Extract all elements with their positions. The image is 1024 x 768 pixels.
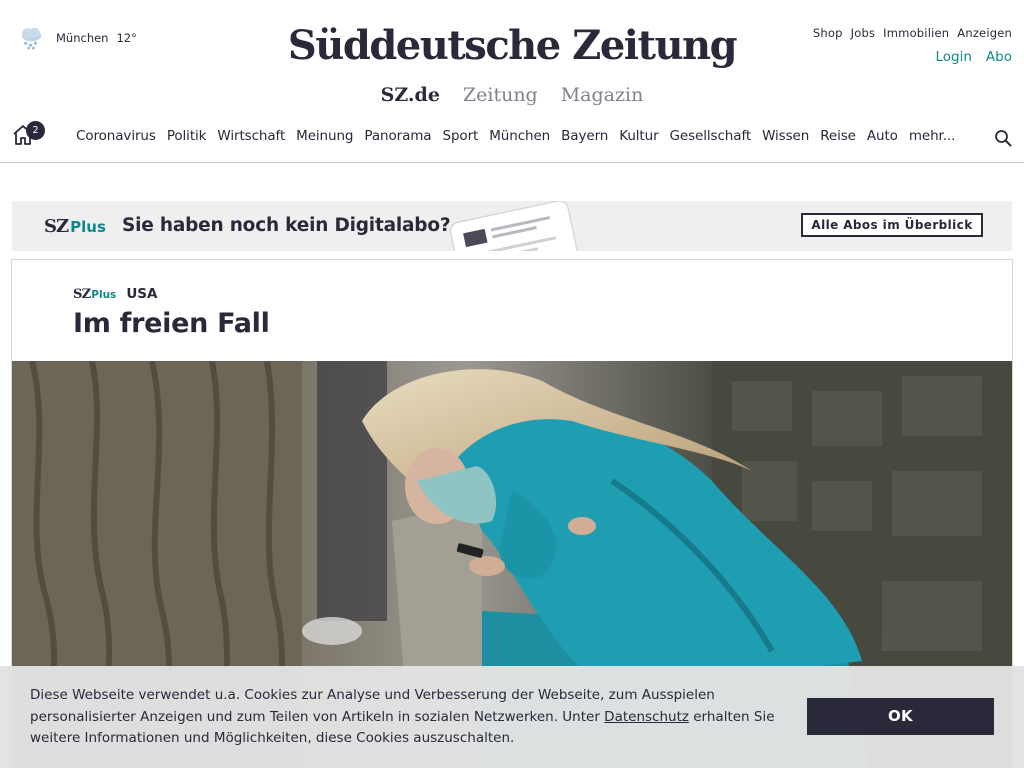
- nav-item-mehr[interactable]: mehr...: [909, 128, 956, 144]
- article-title[interactable]: Im freien Fall: [73, 308, 270, 339]
- edition-sz-de[interactable]: SZ.de: [381, 84, 440, 106]
- cookie-ok-button[interactable]: OK: [807, 698, 994, 735]
- subscription-banner: SZ Plus Sie haben noch kein Digitalabo? …: [12, 201, 1012, 251]
- link-jobs[interactable]: Jobs: [851, 26, 876, 40]
- nav-item-coronavirus[interactable]: Coronavirus: [76, 128, 156, 144]
- nav-items: Coronavirus Politik Wirtschaft Meinung P…: [76, 128, 966, 144]
- link-anzeigen[interactable]: Anzeigen: [957, 26, 1012, 40]
- search-icon[interactable]: [994, 129, 1012, 147]
- privacy-link[interactable]: Datenschutz: [604, 709, 689, 725]
- edition-zeitung[interactable]: Zeitung: [463, 84, 538, 106]
- edition-switcher: SZ.de Zeitung Magazin: [0, 84, 1024, 106]
- article-kicker-row: SZ Plus USA: [73, 286, 157, 302]
- sz-plus-badge-plus: Plus: [91, 289, 117, 301]
- sz-plus-logo-sz: SZ: [44, 216, 69, 237]
- nav-item-panorama[interactable]: Panorama: [364, 128, 431, 144]
- nav-item-muenchen[interactable]: München: [489, 128, 550, 144]
- link-immobilien[interactable]: Immobilien: [883, 26, 949, 40]
- cookie-text: Diese Webseite verwendet u.a. Cookies zu…: [30, 685, 790, 750]
- nav-item-reise[interactable]: Reise: [820, 128, 856, 144]
- notification-badge: 2: [26, 121, 45, 140]
- nav-item-sport[interactable]: Sport: [442, 128, 478, 144]
- nav-item-wirtschaft[interactable]: Wirtschaft: [217, 128, 285, 144]
- abo-link[interactable]: Abo: [986, 49, 1012, 65]
- nav-item-bayern[interactable]: Bayern: [561, 128, 608, 144]
- article-kicker: USA: [126, 286, 158, 302]
- link-shop[interactable]: Shop: [813, 26, 843, 40]
- sz-plus-badge-sz: SZ: [73, 287, 91, 302]
- nav-item-gesellschaft[interactable]: Gesellschaft: [670, 128, 752, 144]
- nav-item-kultur[interactable]: Kultur: [619, 128, 658, 144]
- cookie-banner: Diese Webseite verwendet u.a. Cookies zu…: [0, 666, 1024, 768]
- sz-plus-logo: SZ Plus: [44, 216, 106, 237]
- edition-magazin[interactable]: Magazin: [561, 84, 644, 106]
- nav-item-wissen[interactable]: Wissen: [762, 128, 809, 144]
- all-subscriptions-button[interactable]: Alle Abos im Überblick: [801, 213, 983, 237]
- user-links: Login Abo: [936, 49, 1013, 65]
- phone-illustration: [449, 201, 582, 251]
- sz-plus-logo-plus: Plus: [70, 218, 106, 236]
- nav-item-auto[interactable]: Auto: [867, 128, 898, 144]
- nav-item-politik[interactable]: Politik: [167, 128, 207, 144]
- login-link[interactable]: Login: [936, 49, 972, 65]
- nav-item-meinung[interactable]: Meinung: [296, 128, 353, 144]
- meta-links: Shop Jobs Immobilien Anzeigen: [813, 26, 1012, 40]
- promo-headline: Sie haben noch kein Digitalabo?: [122, 215, 451, 236]
- main-navigation: 2 Coronavirus Politik Wirtschaft Meinung…: [0, 112, 1024, 163]
